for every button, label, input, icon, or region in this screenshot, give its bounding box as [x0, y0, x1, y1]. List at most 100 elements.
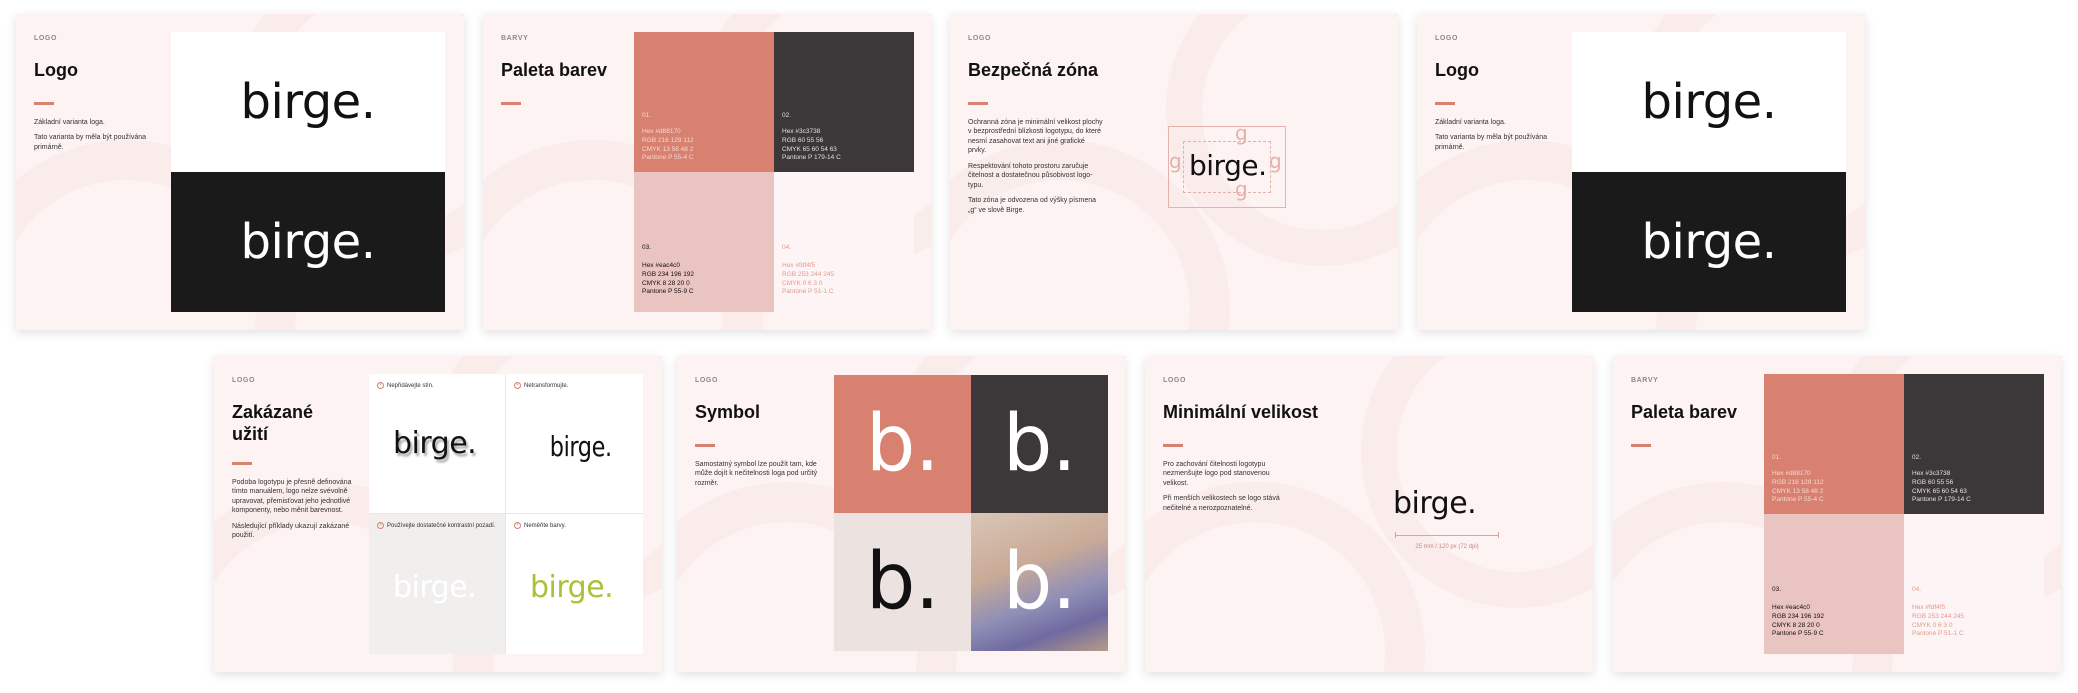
slide-body: Ochranná zóna je minimální velikost ploc… [968, 118, 1103, 221]
swatch-details: Hex #fdf4f5 RGB 253 244 245 CMYK 0 6 3 0… [1912, 604, 1964, 639]
swatch-rgb: RGB 216 129 112 [642, 136, 694, 144]
swatch-pantone: Pantone P 55-9 C [642, 288, 694, 296]
swatch-pantone: Pantone P 55-9 C [1772, 630, 1824, 638]
body-paragraph: Podoba logotypu je přesně definována tím… [232, 479, 352, 515]
caption-label: Nepřidávejte stín. [387, 383, 434, 390]
dimension-label: 25 mm / 120 px (72 dpi) [1415, 544, 1479, 550]
swatch-hex: Hex #d88170 [642, 128, 681, 135]
logo-dark-panel: birge. [1572, 172, 1846, 312]
slide-symbol[interactable]: LOGO Symbol Samostatný symbol lze použít… [677, 356, 1125, 672]
body-paragraph: Samostatný symbol lze použít tam, kde mů… [695, 461, 818, 487]
caption-label: Netransformujte. [524, 383, 569, 390]
slide-eyebrow: LOGO [1163, 377, 1187, 384]
misuse-caption: × Netransformujte. [514, 382, 568, 389]
swatch-pantone: Pantone P 51-1 C [1912, 630, 1964, 638]
swatch-hex: Hex #fdf4f5 [1912, 604, 1946, 611]
slide-palette-2[interactable]: BARVY Paleta barev 01. Hex #d88170 RGB 2… [1613, 356, 2061, 672]
color-swatch-dark: 02. Hex #3c3738 RGB 60 55 56 CMYK 65 60 … [774, 32, 914, 172]
safe-zone-diagram: g g g g birge. [1168, 121, 1286, 208]
swatch-rgb: RGB 234 196 192 [642, 270, 695, 278]
slide-eyebrow: LOGO [34, 35, 58, 42]
color-swatch-cream: 04. Hex #fdf4f5 RGB 253 244 245 CMYK 0 6… [1904, 514, 2044, 654]
slide-eyebrow: BARVY [1631, 377, 1659, 384]
swatch-details: Hex #eac4c0 RGB 234 196 192 CMYK 8 28 20… [1772, 604, 1824, 639]
misuse-example-shadow: × Nepřidávejte stín. birge. [369, 374, 506, 514]
misuse-example-transform: × Netransformujte. birge. [506, 374, 643, 514]
symbol-dark-panel: b. [971, 375, 1108, 513]
slide-body: Základní varianta loga. Tato varianta by… [34, 118, 159, 158]
swatch-cmyk: CMYK 0 6 3 0 [1912, 621, 1953, 629]
accent-bar [695, 444, 715, 447]
swatch-rgb: RGB 253 244 245 [782, 270, 835, 278]
g-marker-top: g [1235, 121, 1248, 145]
swatch-pantone: Pantone P 179-14 C [782, 154, 841, 162]
swatch-number: 03. [642, 244, 652, 251]
slide-title: Logo [1435, 60, 1479, 80]
wordmark-logo: birge. [1641, 214, 1777, 270]
slide-safe-zone[interactable]: LOGO Bezpečná zóna Ochranná zóna je mini… [950, 14, 1398, 330]
accent-bar [34, 102, 54, 105]
close-icon: × [514, 522, 521, 529]
accent-bar [968, 102, 988, 105]
symbol-logo: b. [1002, 399, 1077, 489]
swatch-details: Hex #d88170 RGB 216 129 112 CMYK 13 58 4… [642, 128, 694, 163]
slide-body: Základní varianta loga. Tato varianta by… [1435, 118, 1560, 158]
slide-body: Podoba logotypu je přesně definována tím… [232, 478, 352, 547]
accent-bar [1435, 102, 1455, 105]
slide-forbidden-use[interactable]: LOGO Zakázané užití Podoba logotypu je p… [214, 356, 662, 672]
wordmark-logo: birge. [240, 214, 376, 270]
body-paragraph: Tato zóna je odvozena od výšky písmena „… [968, 197, 1097, 214]
symbol-light-panel: b. [834, 513, 971, 651]
slide-eyebrow: LOGO [695, 377, 719, 384]
swatch-number: 03. [1772, 586, 1782, 593]
swatch-hex: Hex #d88170 [1772, 470, 1811, 477]
accent-bar [232, 462, 252, 465]
symbol-logo: b. [1002, 537, 1077, 627]
swatch-cmyk: CMYK 8 28 20 0 [642, 279, 690, 287]
logo-light-panel: birge. [1572, 32, 1846, 172]
swatch-hex: Hex #eac4c0 [1772, 604, 1810, 611]
misuse-caption: × Neměňte barvy. [514, 522, 566, 529]
body-paragraph: Následující příklady ukazují zakázané po… [232, 522, 350, 540]
swatch-hex: Hex #3c3738 [782, 128, 821, 135]
swatch-rgb: RGB 216 129 112 [1772, 478, 1824, 486]
body-paragraph: Základní varianta loga. [34, 119, 105, 126]
swatch-number: 04. [1912, 586, 1922, 593]
color-swatch-coral: 01. Hex #d88170 RGB 216 129 112 CMYK 13 … [634, 32, 774, 172]
symbol-coral-panel: b. [834, 375, 971, 513]
swatch-details: Hex #3c3738 RGB 60 55 56 CMYK 65 60 54 6… [1912, 470, 1971, 505]
swatch-details: Hex #d88170 RGB 216 129 112 CMYK 13 58 4… [1772, 470, 1824, 505]
body-paragraph: Respektování tohoto prostoru zaručuje či… [968, 162, 1093, 189]
swatch-cmyk: CMYK 65 60 54 63 [1912, 487, 1967, 495]
accent-bar [1631, 444, 1651, 447]
slide-eyebrow: LOGO [1435, 35, 1459, 42]
swatch-rgb: RGB 234 196 192 [1772, 612, 1825, 620]
caption-label: Používejte dostatečné kontrastní pozadí. [387, 523, 496, 530]
color-swatch-cream: 04. Hex #fdf4f5 RGB 253 244 245 CMYK 0 6… [774, 172, 914, 312]
slide-title: Paleta barev [1631, 402, 1738, 422]
color-swatch-coral: 01. Hex #d88170 RGB 216 129 112 CMYK 13 … [1764, 374, 1904, 514]
wordmark-logo: birge. [530, 570, 614, 605]
wordmark-logo: birge. [240, 74, 376, 130]
swatch-cmyk: CMYK 0 6 3 0 [782, 279, 823, 287]
swatch-rgb: RGB 60 55 56 [782, 136, 824, 144]
color-swatch-pink: 03. Hex #eac4c0 RGB 234 196 192 CMYK 8 2… [634, 172, 774, 312]
slide-title: Zakázané užití [232, 402, 314, 444]
swatch-hex: Hex #eac4c0 [642, 262, 680, 269]
symbol-logo: b. [865, 537, 940, 627]
color-swatch-pink: 03. Hex #eac4c0 RGB 234 196 192 CMYK 8 2… [1764, 514, 1904, 654]
body-paragraph: Tato varianta by měla být používána prim… [34, 134, 147, 151]
close-icon: × [377, 522, 384, 529]
wordmark-logo: birge. [1393, 486, 1477, 521]
slide-palette[interactable]: BARVY Paleta barev 01. Hex #d88170 RGB 2… [483, 14, 931, 330]
slide-logo-2[interactable]: LOGO Logo Základní varianta loga. Tato v… [1417, 14, 1865, 330]
wordmark-logo: birge. [1189, 149, 1267, 182]
swatch-number: 02. [1912, 454, 1922, 461]
slide-minimum-size[interactable]: LOGO Minimální velikost Pro zachování či… [1145, 356, 1593, 672]
slide-logo[interactable]: LOGO Logo Základní varianta loga. Tato v… [16, 14, 464, 330]
swatch-number: 04. [782, 244, 792, 251]
wordmark-logo: birge. [393, 426, 477, 461]
swatch-details: Hex #fdf4f5 RGB 253 244 245 CMYK 0 6 3 0… [782, 262, 834, 297]
swatch-cmyk: CMYK 8 28 20 0 [1772, 621, 1820, 629]
misuse-example-color: × Neměňte barvy. birge. [506, 514, 643, 654]
